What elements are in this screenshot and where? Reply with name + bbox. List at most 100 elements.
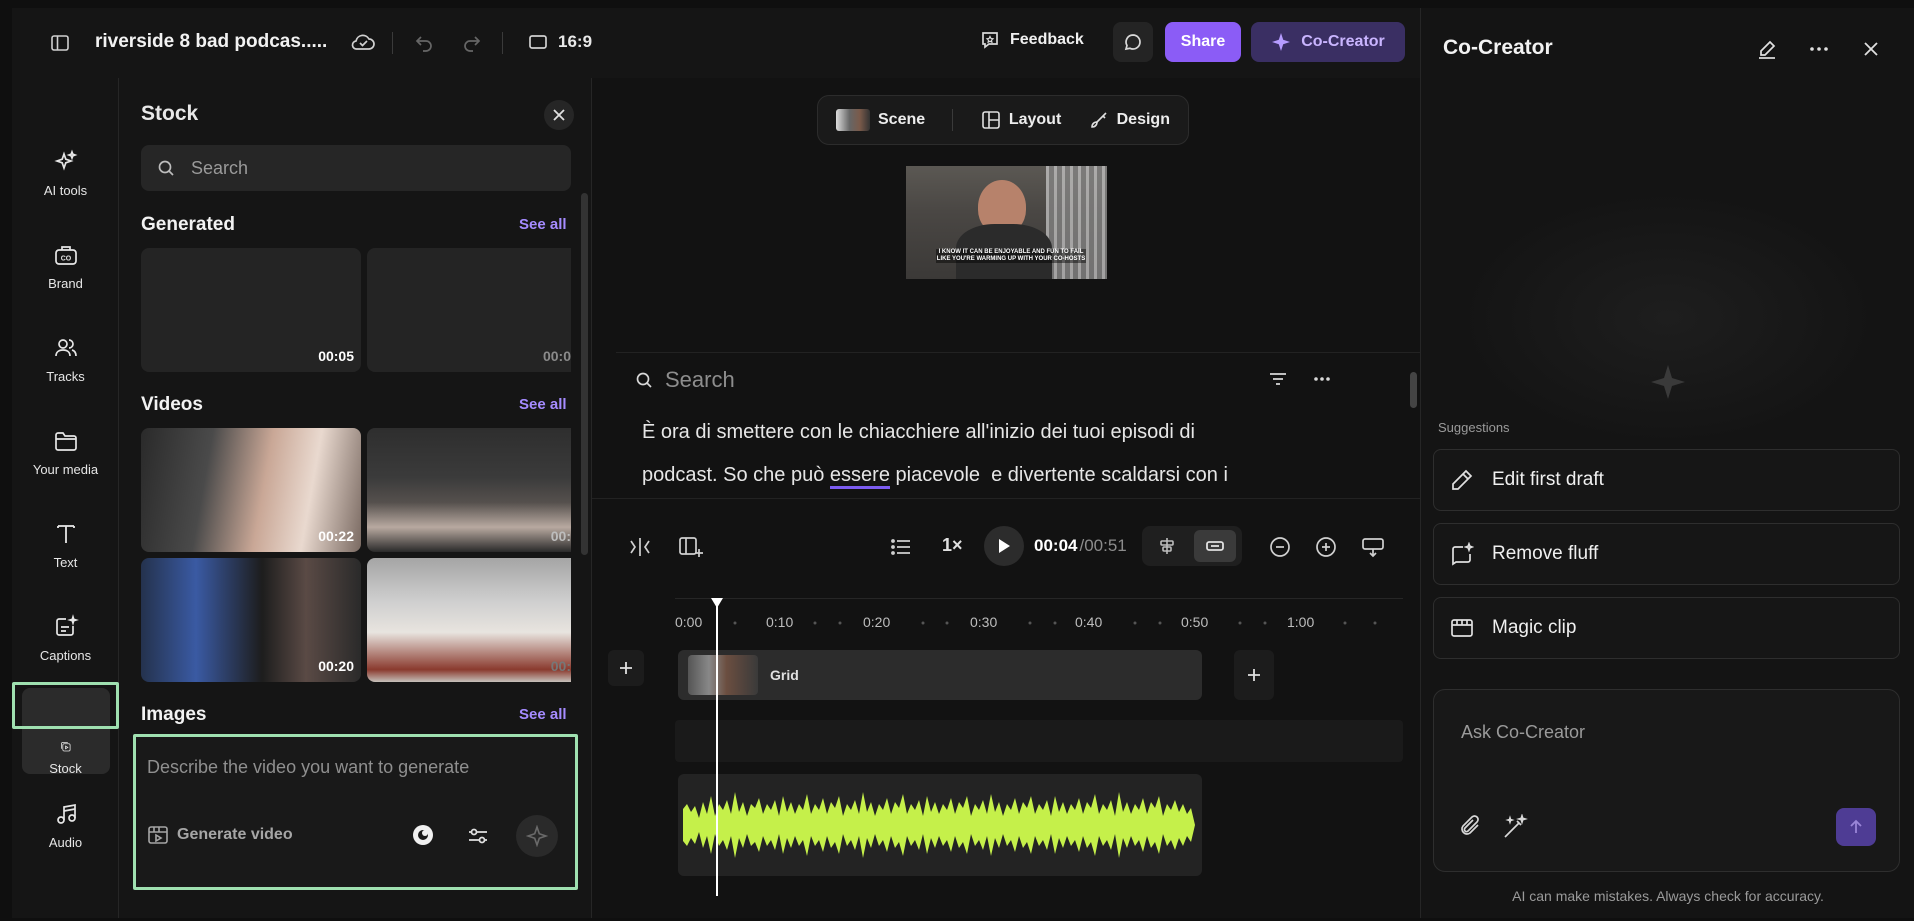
suggestion-edit-first-draft[interactable]: Edit first draft: [1433, 449, 1900, 511]
comments-button[interactable]: [1113, 22, 1153, 62]
close-panel-button[interactable]: [544, 100, 574, 130]
transcript-line[interactable]: podcast. So che può essere piacevole e d…: [642, 464, 1228, 489]
attach-icon[interactable]: [1459, 814, 1483, 840]
transcript-search[interactable]: Search: [635, 367, 735, 393]
model-select-icon[interactable]: [411, 823, 435, 847]
sparkle-icon: [526, 825, 548, 847]
video-preview[interactable]: I KNOW IT CAN BE ENJOYABLE AND FUN TO FA…: [906, 166, 1107, 279]
magic-wand-icon[interactable]: [1502, 814, 1528, 840]
empty-track[interactable]: [675, 720, 1403, 762]
rail-item-brand[interactable]: CO Brand: [12, 221, 119, 311]
feedback-button[interactable]: Feedback: [980, 30, 1084, 50]
brand-kit-icon: CO: [54, 245, 77, 265]
rail-item-tracks[interactable]: Tracks: [12, 314, 119, 404]
share-button[interactable]: Share: [1165, 22, 1241, 62]
sparkles-icon: [53, 149, 77, 171]
rail-item-ai-tools[interactable]: AI tools: [12, 128, 119, 218]
divider: [392, 32, 393, 54]
rail-item-text[interactable]: Text: [12, 500, 119, 590]
new-chat-icon[interactable]: [1756, 38, 1778, 60]
transcript-line[interactable]: È ora di smettere con le chiacchiere all…: [642, 421, 1195, 444]
undo-icon[interactable]: [414, 32, 434, 52]
ask-input[interactable]: Ask Co-Creator: [1461, 722, 1585, 743]
add-track-before-button[interactable]: [608, 650, 644, 686]
zoom-in-icon[interactable]: [1315, 536, 1337, 558]
rail-item-audio[interactable]: Audio: [12, 780, 119, 870]
align-view-button[interactable]: [1146, 530, 1188, 562]
svg-text:CO: CO: [60, 255, 71, 262]
duration: 00:: [550, 658, 571, 674]
focus-highlight: [12, 682, 119, 730]
transcript-scrollbar[interactable]: [1410, 372, 1417, 408]
generated-thumb[interactable]: 00:05: [141, 248, 361, 372]
suggestion-magic-clip[interactable]: Magic clip: [1433, 597, 1900, 659]
clip-icon: [1451, 619, 1473, 637]
rail-label: AI tools: [43, 182, 88, 198]
images-see-all[interactable]: See all: [519, 706, 567, 723]
cloud-sync-icon[interactable]: [350, 30, 376, 54]
preview-caption: I KNOW IT CAN BE ENJOYABLE AND FUN TO FA…: [936, 249, 1086, 263]
tab-scene[interactable]: Scene: [836, 109, 925, 131]
generated-title: Generated: [141, 214, 235, 235]
scrollbar[interactable]: [581, 193, 588, 555]
tab-design[interactable]: Design: [1089, 110, 1170, 130]
playhead-line: [716, 606, 718, 896]
filter-icon[interactable]: [1268, 370, 1288, 388]
transcript-word: piacevole e divertente scaldarsi con i: [889, 464, 1228, 486]
sidebar-toggle-icon[interactable]: [50, 33, 70, 53]
folder-icon: [54, 431, 77, 451]
co-creator-panel: Co-Creator Suggestions Edit first draft …: [1420, 8, 1914, 918]
generated-thumb[interactable]: 00:0: [367, 248, 571, 372]
divider: [616, 352, 1420, 353]
generate-submit-button[interactable]: [516, 815, 558, 857]
video-thumb[interactable]: 00:: [367, 558, 571, 682]
generated-see-all[interactable]: See all: [519, 216, 567, 233]
more-options-icon[interactable]: [1312, 370, 1332, 388]
video-thumb[interactable]: 00:22: [141, 428, 361, 552]
close-icon[interactable]: [1863, 41, 1879, 57]
fit-timeline-icon[interactable]: [1361, 536, 1385, 558]
text-icon: [56, 524, 75, 543]
suggestion-label: Remove fluff: [1492, 543, 1599, 564]
generate-video-label-group: Generate video: [147, 825, 293, 845]
generate-prompt-input[interactable]: Describe the video you want to generate: [147, 757, 469, 778]
transcript-word: podcast. So che può: [642, 464, 830, 486]
rail-item-captions[interactable]: Captions: [12, 593, 119, 683]
aspect-ratio-button[interactable]: 16:9: [528, 32, 592, 52]
close-icon: [553, 109, 565, 121]
rail-label: Tracks: [46, 368, 85, 384]
divider: [502, 32, 503, 54]
panel-title: Co-Creator: [1443, 36, 1553, 59]
playback-speed-button[interactable]: 1×: [942, 535, 963, 556]
play-button[interactable]: [984, 526, 1024, 566]
add-track-after-button[interactable]: [1234, 650, 1274, 700]
tab-layout[interactable]: Layout: [981, 110, 1061, 130]
redo-icon[interactable]: [462, 32, 482, 52]
compact-icon: [1206, 541, 1224, 551]
stock-search-input[interactable]: Search: [141, 145, 571, 191]
divider: [952, 109, 954, 131]
tab-label: Design: [1116, 111, 1170, 128]
add-layout-icon[interactable]: [678, 535, 704, 559]
video-thumb[interactable]: 00:: [367, 428, 571, 552]
rail-item-stock[interactable]: Stock: [12, 682, 119, 776]
rail-label: Audio: [48, 834, 83, 850]
split-clip-icon[interactable]: [628, 536, 652, 558]
suggestion-remove-fluff[interactable]: Remove fluff: [1433, 523, 1900, 585]
rail-item-your-media[interactable]: Your media: [12, 407, 119, 497]
co-creator-button[interactable]: Co-Creator: [1251, 22, 1405, 62]
settings-sliders-icon[interactable]: [466, 825, 490, 847]
send-button[interactable]: [1836, 808, 1876, 846]
aspect-ratio-label: 16:9: [558, 32, 593, 51]
more-options-icon[interactable]: [1809, 42, 1829, 56]
zoom-out-icon[interactable]: [1269, 536, 1291, 558]
video-thumb[interactable]: 00:20: [141, 558, 361, 682]
audio-track[interactable]: [678, 774, 1202, 876]
track-view-toggle: [1142, 526, 1242, 566]
project-title[interactable]: riverside 8 bad podcas.....: [95, 31, 327, 53]
play-icon: [999, 539, 1010, 553]
videos-see-all[interactable]: See all: [519, 396, 567, 413]
scene-clip[interactable]: Grid: [678, 650, 1202, 700]
compact-view-button[interactable]: [1194, 530, 1236, 562]
chapters-list-icon[interactable]: [890, 537, 912, 557]
